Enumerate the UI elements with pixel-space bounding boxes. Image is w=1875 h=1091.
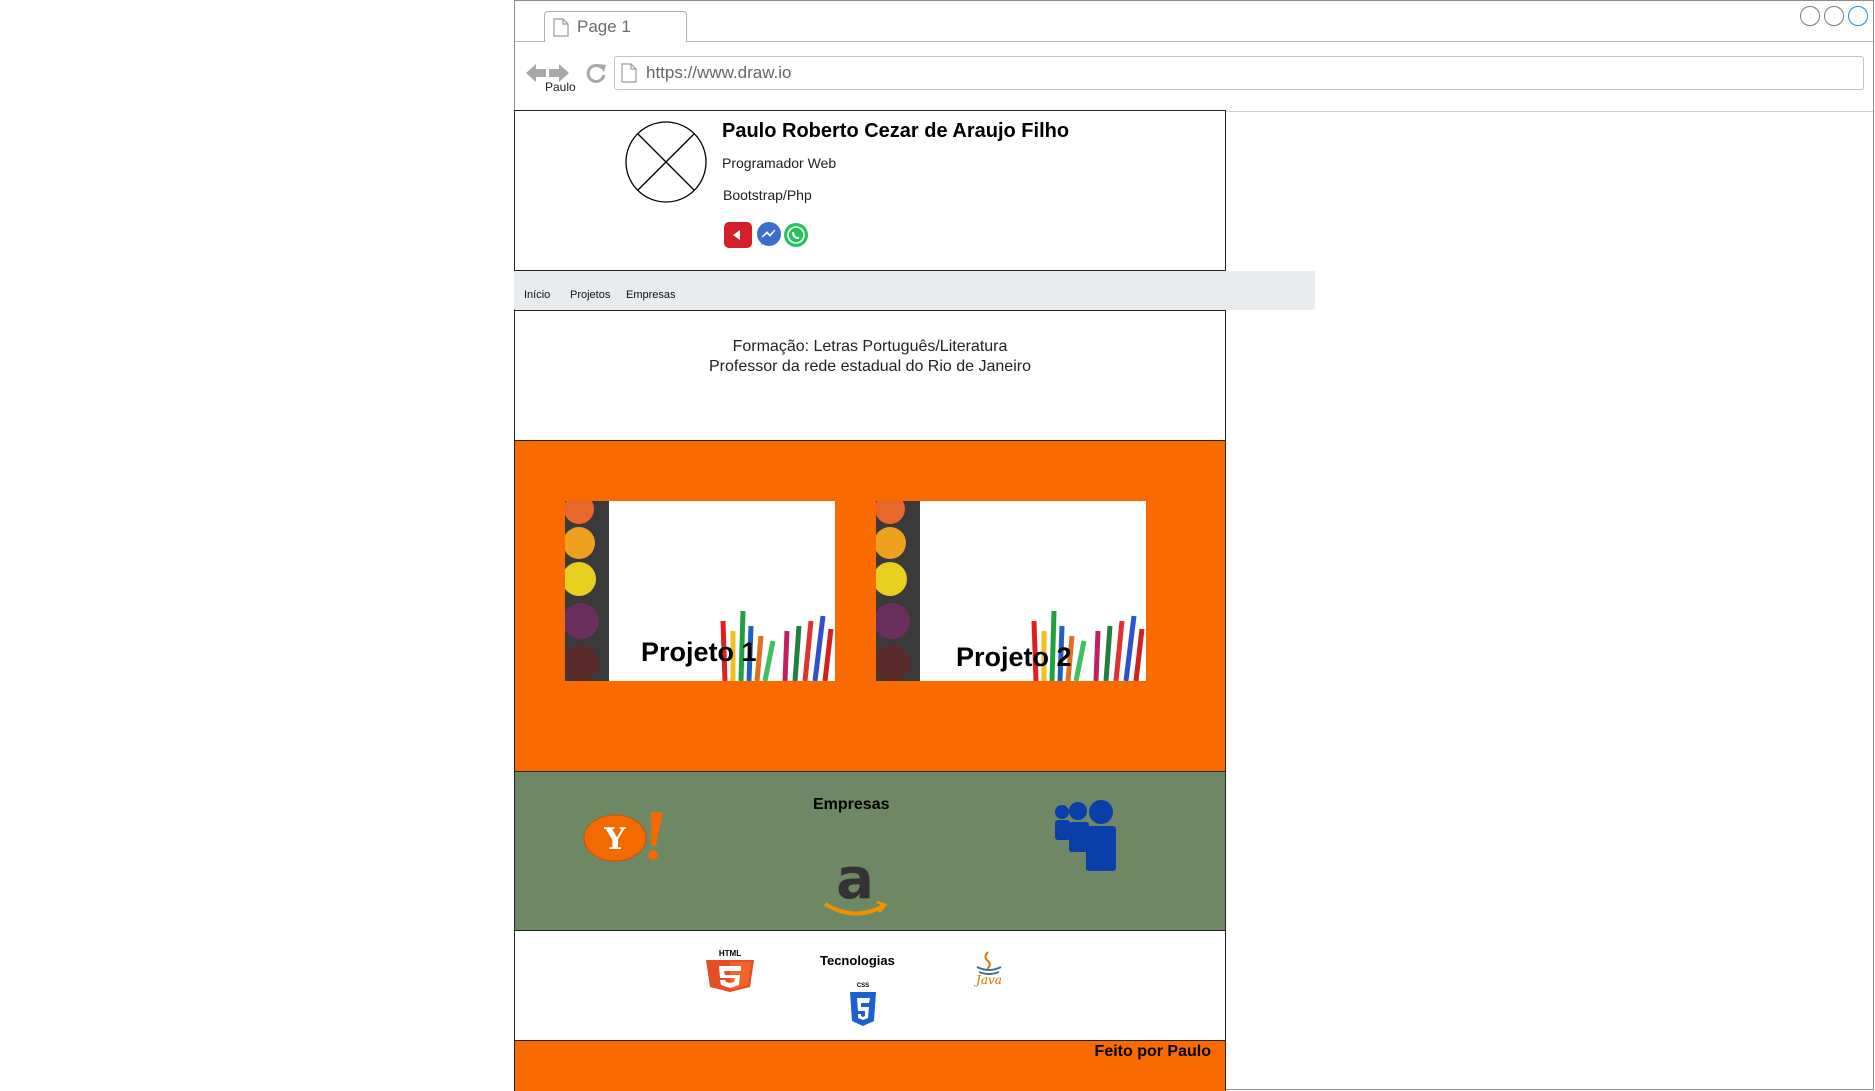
- amazon-logo[interactable]: a: [821, 850, 891, 922]
- footer-text: Feito por Paulo: [1094, 1043, 1211, 1060]
- avatar: [625, 121, 707, 203]
- url-field[interactable]: https://www.draw.io: [614, 56, 1864, 90]
- profile-role: Programador Web: [722, 155, 837, 171]
- reload-icon[interactable]: [585, 62, 607, 84]
- project-card-2[interactable]: Projeto 2: [876, 501, 1146, 681]
- main-navbar: Início Projetos Empresas: [514, 271, 1315, 310]
- technologies-title: Tecnologias: [820, 953, 895, 968]
- address-bar-row: Paulo https://www.draw.io: [515, 42, 1873, 112]
- nav-item-empresas[interactable]: Empresas: [626, 289, 676, 301]
- profile-stack: Bootstrap/Php: [723, 187, 812, 203]
- profile-header: Paulo Roberto Cezar de Araujo Filho Prog…: [514, 110, 1226, 271]
- svg-text:a: a: [836, 850, 874, 912]
- footer: Feito por Paulo: [514, 1041, 1226, 1091]
- messenger-icon[interactable]: [756, 222, 782, 248]
- tab-label: Page 1: [577, 17, 631, 36]
- nav-item-inicio[interactable]: Início: [524, 289, 550, 301]
- html5-shield-icon: [706, 960, 754, 992]
- java-logo[interactable]: Java: [967, 951, 1011, 993]
- project-card-1[interactable]: Projeto 1: [565, 501, 835, 681]
- url-text: https://www.draw.io: [646, 63, 792, 82]
- html5-logo[interactable]: HTML: [704, 949, 756, 993]
- css3-logo[interactable]: CSS: [849, 983, 877, 1027]
- tab-bar: Page 1: [515, 1, 1873, 42]
- profile-name: Paulo Roberto Cezar de Araujo Filho: [722, 120, 1070, 142]
- back-arrow-icon[interactable]: [525, 62, 547, 84]
- tab-page-1[interactable]: Page 1: [544, 11, 687, 42]
- about-job: Professor da rede estadual do Rio de Jan…: [709, 358, 1031, 375]
- myspace-logo[interactable]: [1054, 800, 1124, 874]
- project-title: Projeto 1: [641, 637, 757, 667]
- technologies-section: Tecnologias HTML CSS Java: [514, 931, 1226, 1041]
- project-title: Projeto 2: [956, 642, 1072, 672]
- about-education: Formação: Letras Português/Literatura: [732, 338, 1008, 355]
- page-icon: [621, 63, 637, 83]
- companies-title: Empresas: [813, 796, 890, 813]
- projects-section: Projeto 1 Projeto 2: [514, 441, 1226, 771]
- window-minimize-button[interactable]: [1800, 6, 1820, 26]
- youtube-icon[interactable]: [724, 222, 752, 248]
- svg-text:Y: Y: [603, 822, 626, 857]
- page-icon: [553, 18, 569, 37]
- about-section: Formação: Letras Português/Literatura Pr…: [514, 310, 1226, 441]
- yahoo-logo[interactable]: Y: [583, 808, 669, 864]
- css3-label: CSS: [856, 983, 870, 989]
- css3-shield-icon: [850, 992, 876, 1026]
- whatsapp-icon[interactable]: [783, 222, 809, 248]
- java-label: Java: [976, 973, 1002, 987]
- window-close-button[interactable]: [1848, 6, 1868, 26]
- window-maximize-button[interactable]: [1824, 6, 1844, 26]
- nav-label: Paulo: [545, 80, 576, 94]
- nav-item-projetos[interactable]: Projetos: [570, 289, 610, 301]
- html5-label: HTML: [718, 949, 742, 958]
- companies-section: Empresas Y a: [514, 771, 1226, 931]
